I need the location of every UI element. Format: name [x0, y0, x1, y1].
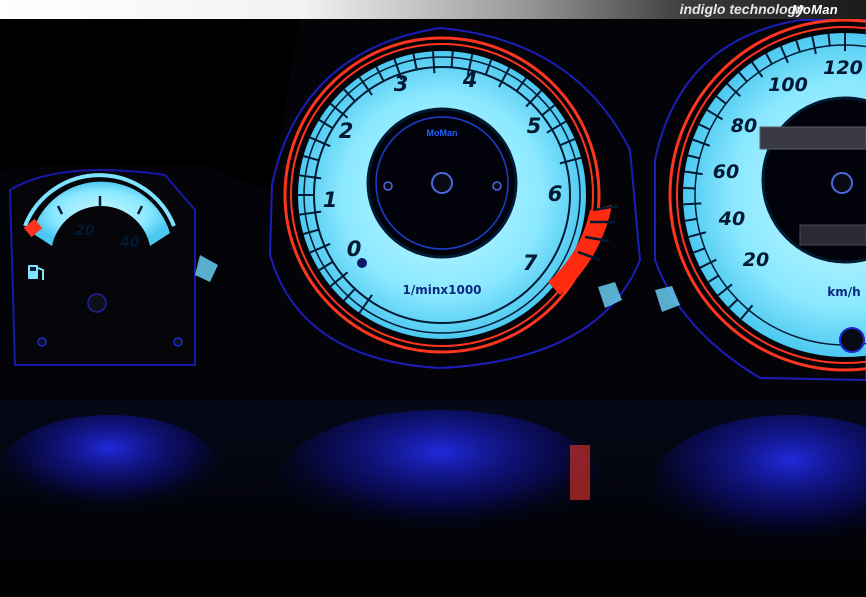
tacho-label-4: 4	[462, 68, 478, 92]
fuel-label-20: 20	[75, 223, 95, 239]
speedo-label-80: 80	[731, 115, 757, 137]
speedo-unit-label: km/h	[827, 285, 860, 299]
tick-mark	[683, 186, 696, 190]
reflection-tacho	[280, 410, 600, 550]
tick-mark	[683, 202, 702, 206]
tacho-label-2: 2	[339, 119, 354, 143]
speedo-needle-hub	[831, 172, 853, 194]
speedo-label-120: 120	[823, 57, 863, 79]
speedo-trip-bar	[799, 224, 866, 246]
speedo-label-20: 20	[743, 249, 769, 271]
tacho-label-3: 3	[394, 72, 409, 96]
tick-mark	[450, 51, 454, 68]
tick-mark	[827, 33, 831, 46]
tacho-label-0: 0	[347, 237, 362, 261]
speedo-label-60: 60	[713, 161, 739, 183]
tick-mark	[432, 51, 436, 74]
banner-brand-logo: MoMan	[791, 2, 838, 17]
reflection-redline	[570, 445, 590, 500]
fuel-needle-hub	[87, 293, 107, 313]
tacho-unit-label: 1/minx1000	[402, 283, 481, 297]
tacho-label-6: 6	[548, 182, 563, 206]
speedo-label-100: 100	[768, 74, 808, 96]
tacho-label-1: 1	[323, 188, 338, 212]
fuel-gauge: 20 40	[8, 169, 218, 366]
speedo-odometer-bar	[759, 126, 866, 150]
tacho-label-7: 7	[523, 251, 538, 275]
speedo-label-40: 40	[718, 208, 745, 230]
tacho-brand-logo: MoMan	[427, 128, 458, 138]
fuel-label-40: 40	[119, 235, 140, 251]
banner-tagline: indiglo technology	[679, 1, 804, 17]
reflection-fuel	[0, 415, 220, 525]
tacho-needle-hub	[431, 172, 453, 194]
instrument-cluster-photo: 20 40 MoMan 0 1 2 3 4 5 6 7 1/minx1000 2…	[0, 19, 866, 597]
tacho-label-5: 5	[527, 114, 542, 138]
